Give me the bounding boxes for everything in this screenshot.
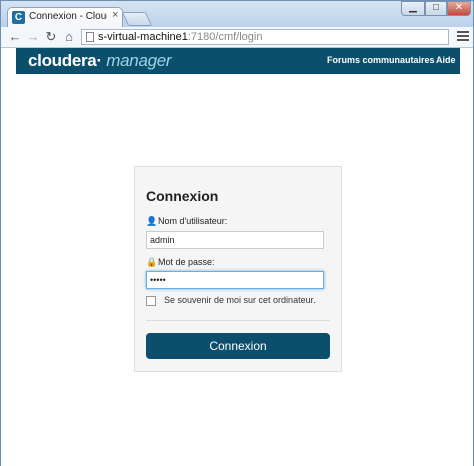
username-label-text: Nom d'utilisateur: xyxy=(158,216,228,226)
browser-window: C Connexion - Cloudera Ma × ▁ □ ✕ ← → ↻ … xyxy=(0,0,474,466)
login-button[interactable]: Connexion xyxy=(146,333,330,359)
forward-icon[interactable]: → xyxy=(25,28,41,46)
url-path: :7180/cmf/login xyxy=(187,31,263,43)
remember-me[interactable]: Se souvenir de moi sur cet ordinateur. xyxy=(146,295,316,306)
cloudera-manager-logo: cloudera· manager xyxy=(28,51,172,71)
login-title: Connexion xyxy=(146,188,219,204)
login-panel: Connexion 👤Nom d'utilisateur: admin 🔒Mot… xyxy=(134,166,342,372)
tab-title: Connexion - Cloudera Ma xyxy=(29,11,107,22)
minimize-button[interactable]: ▁ xyxy=(401,1,425,16)
logo-manager: manager xyxy=(106,51,172,70)
user-icon: 👤 xyxy=(146,216,158,226)
back-icon[interactable]: ← xyxy=(7,28,23,46)
password-input[interactable]: ••••• xyxy=(146,271,324,289)
address-bar[interactable]: s-virtual-machine1:7180/cmf/login xyxy=(81,29,449,45)
url-text: s-virtual-machine1:7180/cmf/login xyxy=(98,30,262,44)
menu-icon[interactable] xyxy=(457,31,469,43)
help-link[interactable]: Aide xyxy=(436,55,456,65)
username-label: 👤Nom d'utilisateur: xyxy=(146,216,227,227)
home-icon[interactable]: ⌂ xyxy=(61,28,77,46)
remember-checkbox[interactable] xyxy=(146,295,156,306)
browser-toolbar: ← → ↻ ⌂ s-virtual-machine1:7180/cmf/logi… xyxy=(1,27,473,48)
page-viewport: cloudera· manager Forums communautaires … xyxy=(1,48,473,466)
logo-dot: · xyxy=(96,51,102,70)
password-label-text: Mot de passe: xyxy=(158,257,215,267)
title-bar: C Connexion - Cloudera Ma × ▁ □ ✕ xyxy=(1,1,473,27)
divider xyxy=(146,320,330,321)
password-label: 🔒Mot de passe: xyxy=(146,257,215,268)
browser-tab[interactable]: C Connexion - Cloudera Ma × xyxy=(7,7,123,27)
url-host: s-virtual-machine1 xyxy=(98,31,188,43)
cloudera-header: cloudera· manager Forums communautaires … xyxy=(16,48,460,74)
page-icon xyxy=(86,32,94,42)
lock-icon: 🔒 xyxy=(146,257,158,267)
username-input[interactable]: admin xyxy=(146,231,324,249)
new-tab-button[interactable] xyxy=(121,12,153,26)
forums-link[interactable]: Forums communautaires xyxy=(327,55,435,65)
reload-icon[interactable]: ↻ xyxy=(43,28,59,46)
remember-label: Se souvenir de moi sur cet ordinateur. xyxy=(164,295,316,305)
close-window-button[interactable]: ✕ xyxy=(447,1,471,16)
cloudera-favicon-icon: C xyxy=(12,11,25,24)
maximize-button[interactable]: □ xyxy=(425,1,447,16)
logo-cloudera: cloudera xyxy=(28,51,97,70)
tab-close-icon[interactable]: × xyxy=(112,9,118,21)
